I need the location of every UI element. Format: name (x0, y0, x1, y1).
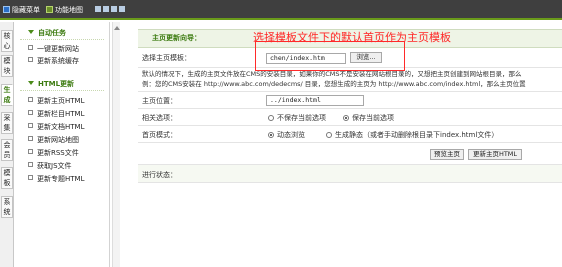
scroll-up-icon (114, 26, 120, 30)
bullet-icon (28, 149, 33, 154)
collapse-icon (28, 30, 34, 34)
progress-label: 进行状态： (142, 171, 177, 179)
position-label: 主页位置： (142, 97, 177, 105)
menu-item-update-rss[interactable]: 更新RSS文件 (28, 148, 79, 159)
bullet-icon (28, 57, 33, 62)
tab-collect[interactable]: 采集 (1, 112, 13, 134)
option-dynamic[interactable]: 动态浏览 (268, 130, 305, 140)
template-label: 选择主页模板： (142, 54, 191, 62)
group-auto-task[interactable]: 自动任务 (20, 27, 104, 40)
hide-menu-icon (3, 6, 10, 13)
top-toolbar: 隐藏菜单 功能地图 (0, 0, 562, 20)
homepage-mode-row: 首页模式： 动态浏览 生成静态（或者手动删除根目录下index.html文件） (138, 126, 562, 143)
skin-swatches[interactable] (95, 6, 127, 14)
page-title: 主页更新向导： (152, 34, 201, 42)
function-map-icon (46, 6, 53, 13)
tab-template[interactable]: 模板 (1, 167, 13, 189)
radio-button[interactable] (326, 132, 332, 138)
progress-row: 进行状态： (138, 165, 562, 183)
annotation-highlight-box (255, 41, 405, 71)
menu-item-update-sitemap[interactable]: 更新网站地图 (28, 135, 79, 146)
description-line-1: 默认的情况下，生成的主页文件放在CMS的安装目录，如果你的CMS不是安装在网站根… (142, 70, 522, 78)
option-save[interactable]: 保存当前选项 (343, 113, 394, 123)
tab-member[interactable]: 会员 (1, 139, 13, 161)
bullet-icon (28, 97, 33, 102)
option-not-save[interactable]: 不保存当前选项 (268, 113, 326, 123)
menu-item-update-column[interactable]: 更新栏目HTML (28, 109, 84, 120)
menu-item-update-cache[interactable]: 更新系统缓存 (28, 56, 79, 67)
menu-item-get-js[interactable]: 获取JS文件 (28, 161, 72, 172)
tab-module[interactable]: 模块 (1, 55, 13, 77)
menu-item-update-homepage[interactable]: 更新主页HTML (28, 96, 84, 107)
group-html-update[interactable]: HTML更新 (20, 78, 104, 91)
description-line-2: 例：您的CMS安装在 http://www.abc.com/dedecms/ 目… (142, 80, 526, 88)
preview-homepage-button[interactable]: 预览主页 (430, 149, 464, 160)
function-map-button[interactable]: 功能地图 (46, 5, 83, 15)
related-options-row: 相关选项： 不保存当前选项 保存当前选项 (138, 109, 562, 126)
bullet-icon (28, 162, 33, 167)
description-row: 默认的情况下，生成的主页文件放在CMS的安装目录，如果你的CMS不是安装在网站根… (138, 68, 562, 92)
bullet-icon (28, 110, 33, 115)
update-homepage-html-button[interactable]: 更新主页HTML (468, 149, 522, 160)
vertical-tab-bar: 核心 模块 生成 采集 会员 模板 系统 (0, 22, 14, 267)
skin-swatch-3[interactable] (111, 6, 117, 12)
skin-swatch-1[interactable] (95, 6, 101, 12)
sidebar-menu: 自动任务 一键更新网站 更新系统缓存 HTML更新 更新主页HTML 更新栏目H… (14, 22, 110, 267)
tab-core[interactable]: 核心 (1, 30, 13, 52)
hide-menu-button[interactable]: 隐藏菜单 (3, 5, 40, 15)
tab-generate[interactable]: 生成 (1, 84, 13, 106)
bullet-icon (28, 136, 33, 141)
collapse-icon (28, 81, 34, 85)
tab-system[interactable]: 系统 (1, 196, 13, 218)
related-options-label: 相关选项： (142, 114, 177, 122)
sidebar-scrollbar[interactable] (112, 22, 120, 267)
radio-button[interactable] (268, 115, 274, 121)
bullet-icon (28, 45, 33, 50)
actions-row: 预览主页 更新主页HTML (138, 143, 562, 165)
position-row: 主页位置： ../index.html (138, 92, 562, 109)
skin-swatch-2[interactable] (103, 6, 109, 12)
menu-item-update-topic[interactable]: 更新专题HTML (28, 174, 84, 185)
radio-button-selected[interactable] (343, 115, 349, 121)
menu-item-update-site[interactable]: 一键更新网站 (28, 44, 79, 55)
position-input[interactable]: ../index.html (266, 95, 364, 106)
bullet-icon (28, 175, 33, 180)
menu-item-update-document[interactable]: 更新文档HTML (28, 122, 84, 133)
skin-swatch-4[interactable] (119, 6, 125, 12)
option-static[interactable]: 生成静态（或者手动删除根目录下index.html文件） (326, 130, 498, 140)
homepage-mode-label: 首页模式： (142, 131, 177, 139)
radio-button-selected[interactable] (268, 132, 274, 138)
bullet-icon (28, 123, 33, 128)
